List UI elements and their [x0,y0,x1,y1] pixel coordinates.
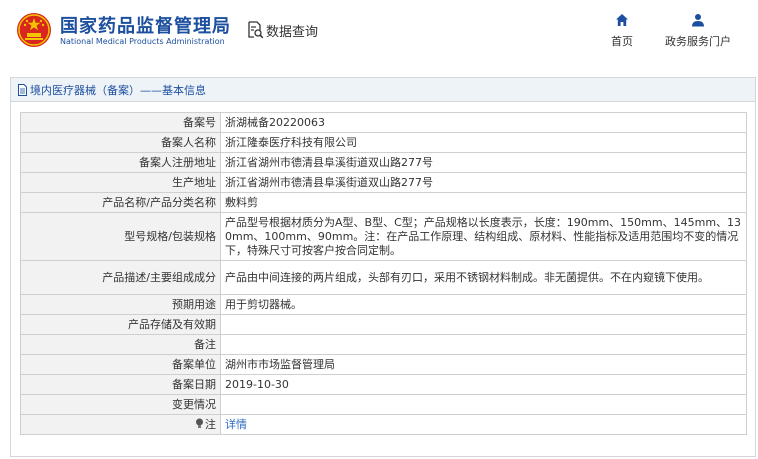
row-label: 型号规格/包装规格 [20,212,221,261]
table-row: 备案人名称 浙江隆泰医疗科技有限公司 [20,132,747,153]
table-row: 产品存储及有效期 [20,314,747,335]
site-subtitle: National Medical Products Administration [60,37,225,46]
note-value-cell: 详情 [220,414,747,435]
details-link[interactable]: 详情 [225,418,247,431]
document-icon [18,83,27,96]
row-value: 浙湖械备20220063 [220,112,747,133]
nav-government-service-portal[interactable]: 政务服务门户 [656,13,740,49]
row-label: 备注 [20,334,221,355]
row-value [220,314,747,335]
row-value [220,394,747,415]
nav-home-label: 首页 [611,35,633,48]
row-label: 备案人注册地址 [20,152,221,173]
panel-title-bar: 境内医疗器械（备案）——基本信息 [11,78,755,102]
nav-home[interactable]: 首页 [604,13,640,49]
row-value: 2019-10-30 [220,374,747,395]
user-icon [692,14,704,27]
home-icon [616,14,628,26]
row-label: 备案号 [20,112,221,133]
row-label: 产品描述/主要组成成分 [20,260,221,295]
row-value [220,334,747,355]
detail-panel: 境内医疗器械（备案）——基本信息 备案号 浙湖械备20220063 备案人名称 … [10,77,756,457]
table-row: 型号规格/包装规格 产品型号根据材质分为A型、B型、C型；产品规格以长度表示，长… [20,212,747,261]
data-query-label: 数据查询 [266,24,319,40]
table-row: 备案人注册地址 浙江省湖州市德清县阜溪街道双山路277号 [20,152,747,173]
table-row: 备案号 浙湖械备20220063 [20,112,747,133]
row-label: 预期用途 [20,294,221,315]
table-row: 预期用途 用于剪切器械。 [20,294,747,315]
table-row: 产品名称/产品分类名称 敷料剪 [20,192,747,213]
row-label: 备案单位 [20,354,221,375]
row-label: 备案人名称 [20,132,221,153]
panel-title: 境内医疗器械（备案）——基本信息 [30,83,206,97]
site-header: 国家药品监督管理局 National Medical Products Admi… [0,0,758,66]
record-detail-table: 备案号 浙湖械备20220063 备案人名称 浙江隆泰医疗科技有限公司 备案人注… [20,112,747,435]
table-row: 备案单位 湖州市市场监督管理局 [20,354,747,375]
table-row: 生产地址 浙江省湖州市德清县阜溪街道双山路277号 [20,172,747,193]
table-row: 备案日期 2019-10-30 [20,374,747,395]
note-label: 注 [205,417,216,431]
row-value: 产品型号根据材质分为A型、B型、C型；产品规格以长度表示，长度：190mm、15… [220,212,747,261]
table-row: 产品描述/主要组成成分 产品由中间连接的两片组成，头部有刃口，采用不锈钢材料制成… [20,260,747,295]
row-value: 浙江省湖州市德清县阜溪街道双山路277号 [220,152,747,173]
search-document-icon [248,21,264,39]
row-value: 用于剪切器械。 [220,294,747,315]
row-label: 变更情况 [20,394,221,415]
note-label-cell: 注 [20,414,221,435]
row-label: 产品存储及有效期 [20,314,221,335]
site-title[interactable]: 国家药品监督管理局 [60,12,231,38]
row-label: 生产地址 [20,172,221,193]
row-value: 敷料剪 [220,192,747,213]
nav-service-label: 政务服务门户 [665,35,731,48]
row-value: 浙江省湖州市德清县阜溪街道双山路277号 [220,172,747,193]
row-label: 产品名称/产品分类名称 [20,192,221,213]
row-label: 备案日期 [20,374,221,395]
table-row: 变更情况 [20,394,747,415]
row-value: 湖州市市场监督管理局 [220,354,747,375]
lightbulb-icon [196,418,203,428]
data-query-button[interactable]: 数据查询 [246,20,318,40]
row-value: 产品由中间连接的两片组成，头部有刃口，采用不锈钢材料制成。非无菌提供。不在内窥镜… [220,260,747,295]
row-value: 浙江隆泰医疗科技有限公司 [220,132,747,153]
national-emblem-icon[interactable] [16,12,52,48]
table-row: 备注 [20,334,747,355]
table-row-note: 注 详情 [20,414,747,435]
